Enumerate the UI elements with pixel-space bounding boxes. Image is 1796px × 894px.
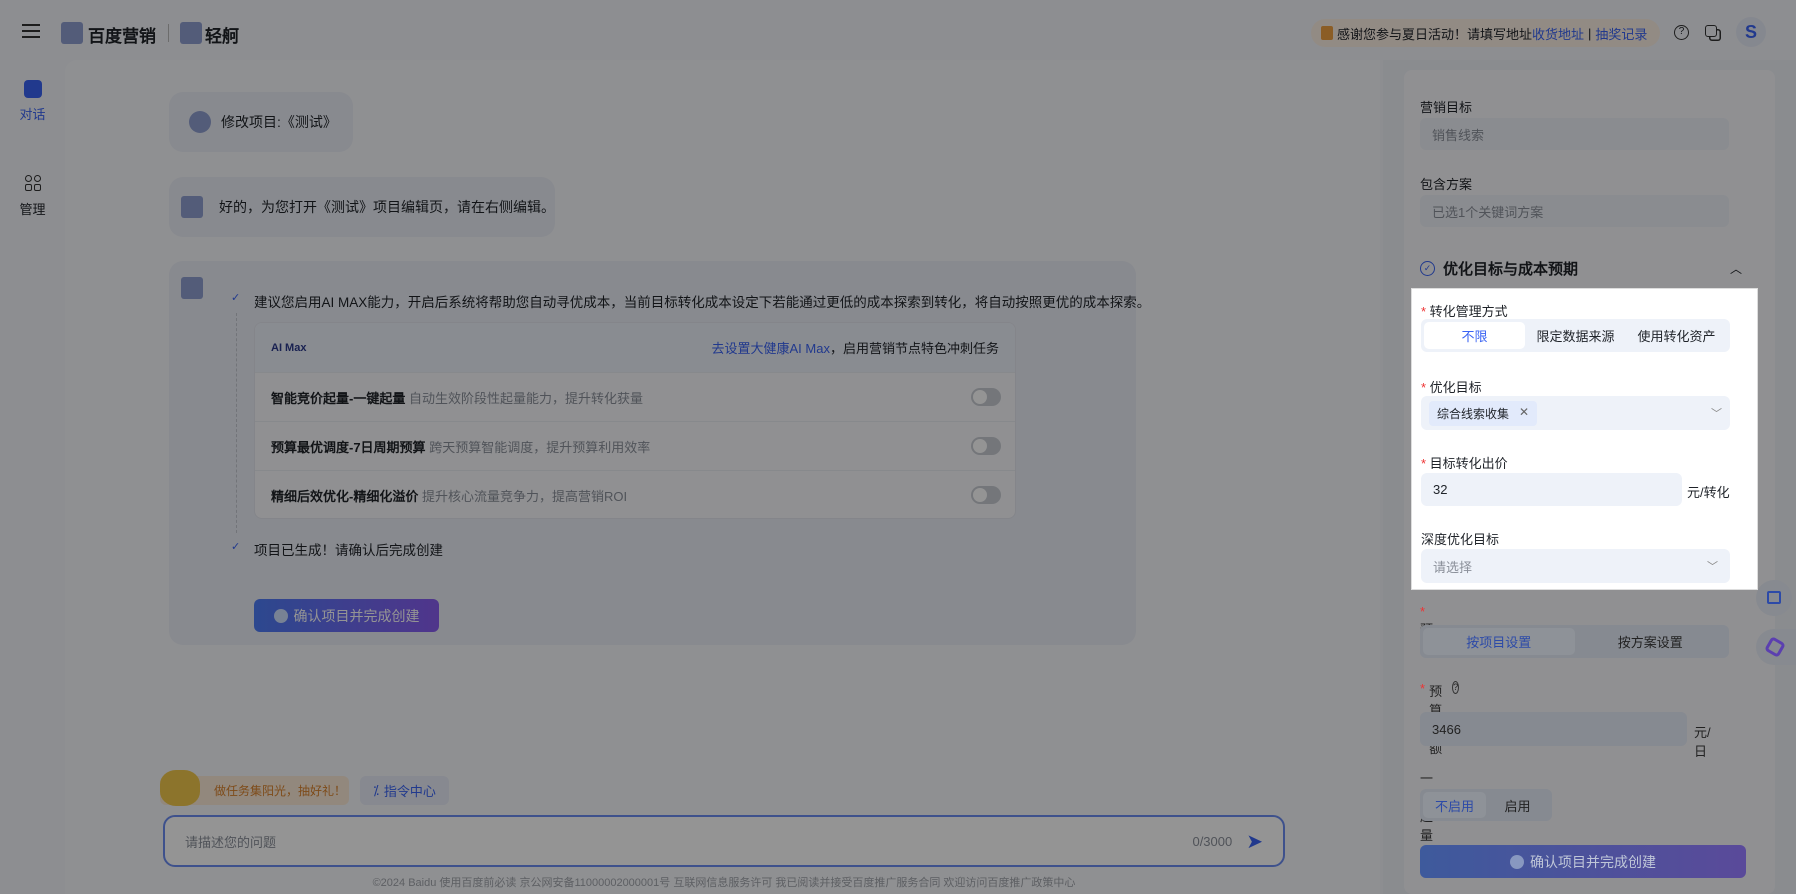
help-icon[interactable]: ?: [1452, 681, 1460, 694]
opt-goal-label: 优化目标: [1421, 377, 1482, 396]
segment-option[interactable]: 不启用: [1423, 792, 1486, 818]
submit-create-button[interactable]: 确认项目并完成创建: [1420, 845, 1746, 878]
chevron-down-icon: ﹀: [1711, 408, 1722, 420]
bid-input[interactable]: 32: [1421, 473, 1682, 506]
segment-option[interactable]: 使用转化资产: [1626, 322, 1727, 349]
tag-text: 综合线索收集: [1437, 406, 1510, 421]
bid-unit: 元/转化: [1687, 485, 1730, 500]
segment-option[interactable]: 限定数据来源: [1525, 322, 1626, 349]
button-label: 确认项目并完成创建: [1530, 853, 1656, 870]
conv-mgmt-segmented: 不限 限定数据来源 使用转化资产: [1421, 319, 1730, 352]
segment-option[interactable]: 不限: [1424, 322, 1525, 349]
assistant-float-icon[interactable]: [1756, 629, 1796, 665]
boost-segmented: 不启用 启用: [1420, 789, 1552, 821]
chevron-down-icon: ﹀: [1707, 561, 1718, 573]
input-value: 3466: [1432, 721, 1461, 737]
select-placeholder: 请选择: [1433, 559, 1473, 575]
close-icon[interactable]: ✕: [1519, 405, 1529, 422]
highlighted-form-section: 转化管理方式 不限 限定数据来源 使用转化资产 优化目标 综合线索收集 ✕ ﹀ 目…: [1411, 288, 1758, 590]
segment-option[interactable]: 按项目设置: [1423, 628, 1575, 655]
conv-mgmt-label: 转化管理方式: [1421, 301, 1508, 320]
segment-option[interactable]: 按方案设置: [1575, 628, 1727, 655]
budget-amount-input[interactable]: 3466: [1420, 712, 1687, 746]
ai-orb-icon: [1510, 854, 1524, 869]
input-value: 32: [1433, 482, 1448, 497]
deep-goal-select[interactable]: 请选择 ﹀: [1421, 549, 1730, 583]
bid-label: 目标转化出价: [1421, 453, 1508, 472]
new-chat-float-icon[interactable]: [1756, 580, 1792, 616]
opt-goal-select[interactable]: 综合线索收集 ✕ ﹀: [1421, 396, 1730, 430]
budget-segmented: 按项目设置 按方案设置: [1420, 625, 1729, 658]
deep-goal-label: 深度优化目标: [1421, 532, 1500, 547]
budget-unit: 元/日: [1694, 725, 1711, 759]
opt-goal-tag: 综合线索收集 ✕: [1429, 400, 1538, 426]
segment-option[interactable]: 启用: [1486, 792, 1549, 818]
